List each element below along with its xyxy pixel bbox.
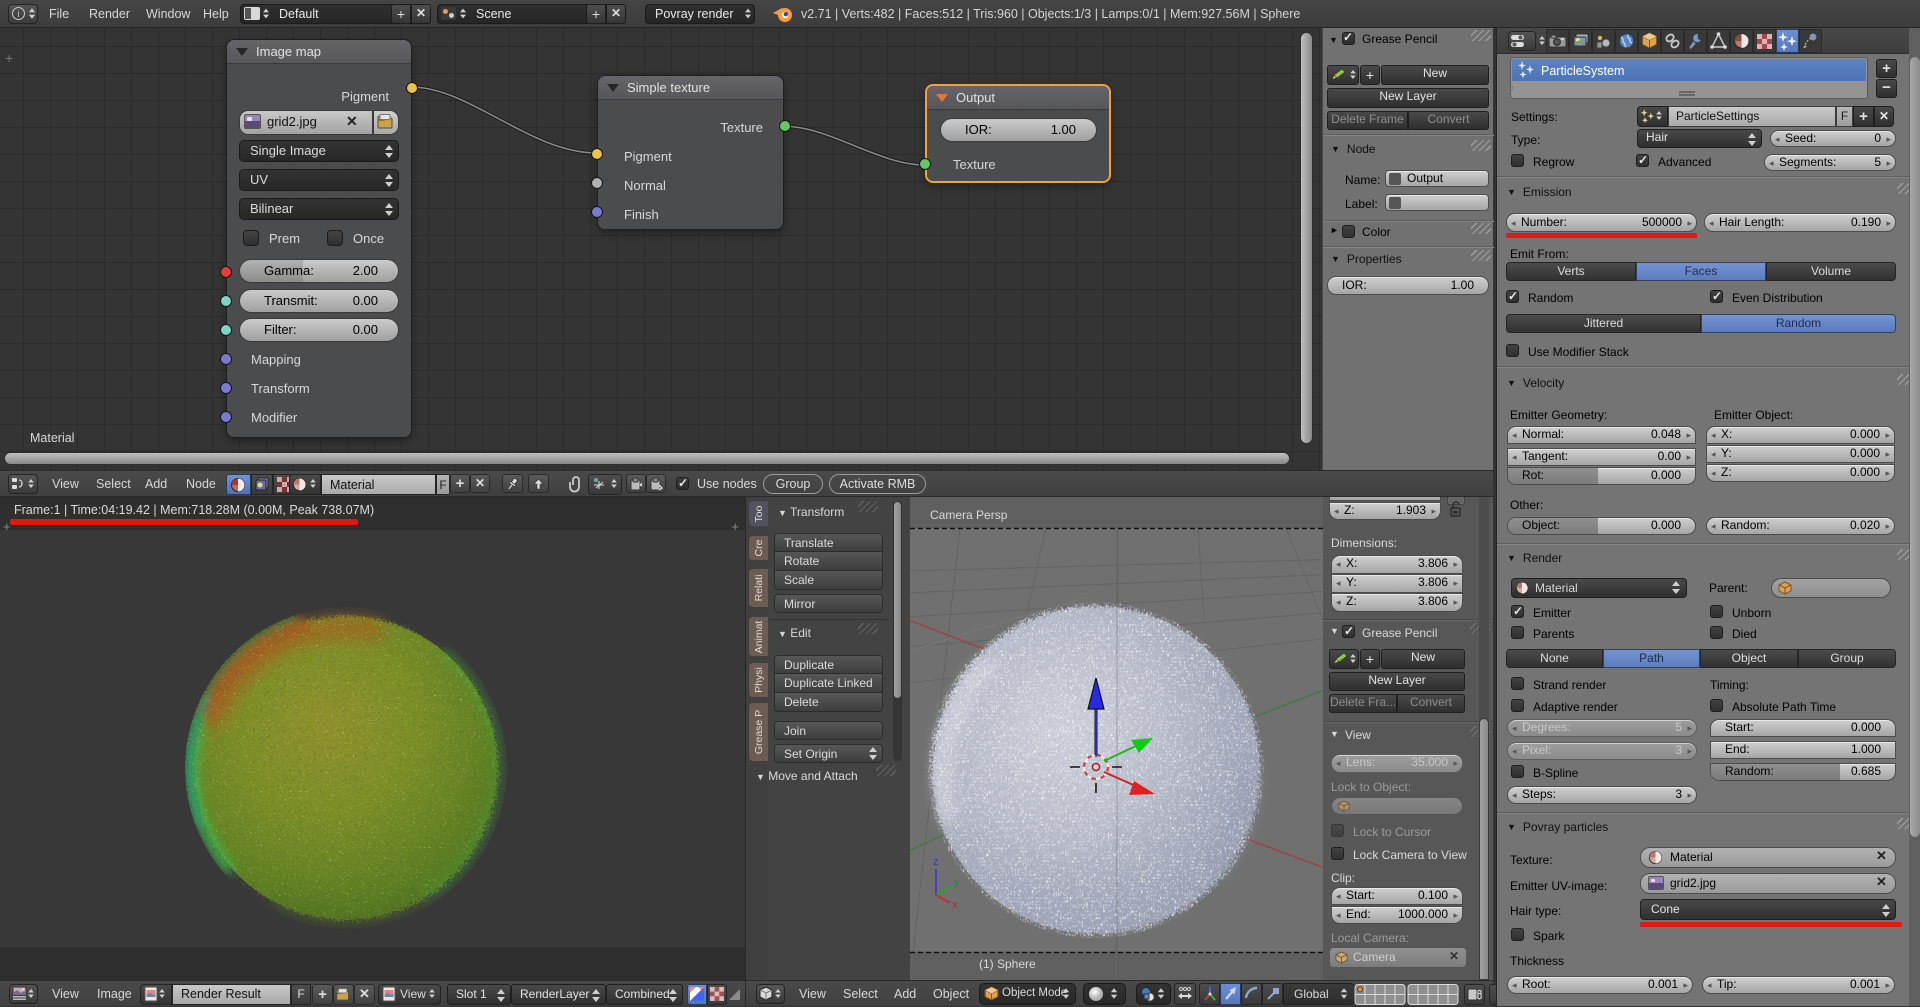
svg-text:y: y [954,876,960,888]
svg-text:x: x [952,899,958,911]
svg-text:z: z [933,856,939,868]
